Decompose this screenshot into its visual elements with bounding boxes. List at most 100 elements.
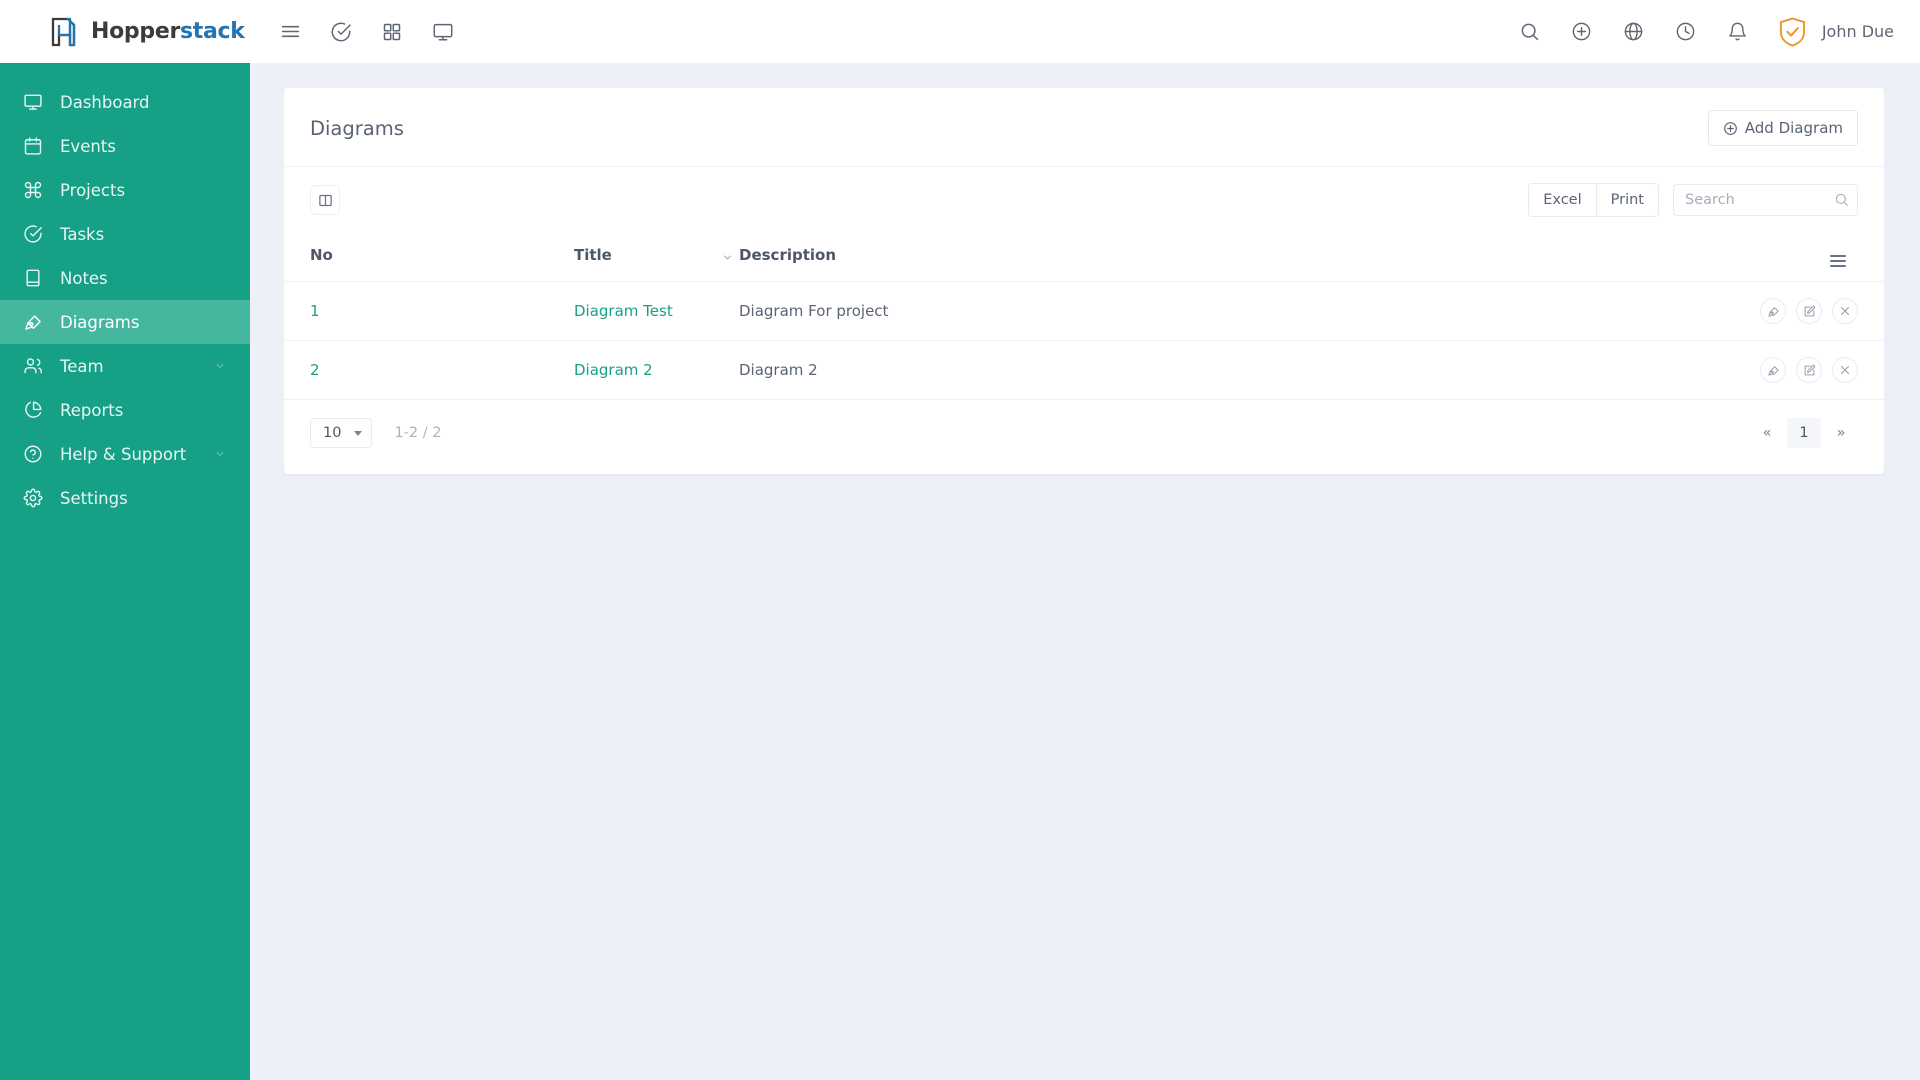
search-input[interactable] [1673,184,1858,216]
cell-title: Diagram Test [574,282,739,341]
gear-icon [22,487,44,509]
edit-square-icon[interactable] [1796,357,1822,383]
page-size-value: 10 [323,425,341,441]
list-menu-icon[interactable] [1830,255,1846,267]
chevron-down-icon [354,431,362,436]
sidebar-item-notes[interactable]: Notes [0,256,250,300]
calendar-icon [22,135,44,157]
first-page-button[interactable]: « [1750,418,1784,448]
column-header-no[interactable]: No [284,231,574,282]
header-right-tools: John Due [1518,16,1894,48]
monitor-icon [22,91,44,113]
column-header-description[interactable]: Description [739,231,1365,282]
sidebar-nav: Dashboard Events Projects Tasks Notes [0,80,250,520]
toolbar-right-group: Excel Print [1528,183,1858,217]
add-diagram-label: Add Diagram [1745,119,1843,137]
diagrams-card: Diagrams Add Diagram Excel Print [284,88,1884,474]
row-title-link[interactable]: Diagram Test [574,302,673,320]
brand-name-part2: stack [180,19,245,44]
sidebar: Hopperstack Dashboard Events Projects [0,0,250,1080]
table-row[interactable]: 1 Diagram Test Diagram For project [284,282,1884,341]
monitor-icon[interactable] [431,20,455,44]
close-x-icon[interactable] [1832,357,1858,383]
diagrams-table: No Title Description [284,231,1884,400]
pen-tool-icon [22,311,44,333]
page-number-button[interactable]: 1 [1787,418,1821,448]
plus-circle-icon [1723,121,1738,136]
print-button[interactable]: Print [1596,184,1658,216]
shield-check-icon [1779,17,1806,47]
sidebar-item-label: Events [60,137,116,156]
chevron-down-icon [214,448,226,460]
column-header-title-label: Title [574,246,612,264]
check-circle-icon[interactable] [329,20,353,44]
page-title: Diagrams [310,117,404,140]
help-circle-icon [22,443,44,465]
sidebar-item-help-support[interactable]: Help & Support [0,432,250,476]
command-icon [22,179,44,201]
table-header-row: No Title Description [284,231,1884,282]
export-button-group: Excel Print [1528,183,1659,217]
last-page-button[interactable]: » [1824,418,1858,448]
plus-circle-icon[interactable] [1570,20,1594,44]
search-icon[interactable] [1518,20,1542,44]
search-icon [1834,192,1849,211]
sidebar-item-reports[interactable]: Reports [0,388,250,432]
excel-export-button[interactable]: Excel [1529,184,1595,216]
main-area: John Due Diagrams Add Diagram [250,0,1920,1080]
close-x-icon[interactable] [1832,298,1858,324]
table-row[interactable]: 2 Diagram 2 Diagram 2 [284,341,1884,400]
sidebar-item-label: Dashboard [60,93,150,112]
sidebar-item-label: Tasks [60,225,104,244]
grid-apps-icon[interactable] [380,20,404,44]
row-action-group [1365,298,1884,324]
sidebar-item-label: Team [60,357,104,376]
globe-icon[interactable] [1622,20,1646,44]
table-body: 1 Diagram Test Diagram For project [284,282,1884,400]
sidebar-item-dashboard[interactable]: Dashboard [0,80,250,124]
sidebar-item-label: Notes [60,269,108,288]
sidebar-item-label: Diagrams [60,313,139,332]
hamburger-menu-icon[interactable] [278,20,302,44]
result-range-label: 1-2 / 2 [394,425,441,441]
top-header: John Due [250,0,1920,63]
pen-tool-icon[interactable] [1760,357,1786,383]
sidebar-item-events[interactable]: Events [0,124,250,168]
brand-name: Hopperstack [91,19,245,44]
chevron-down-icon [214,360,226,372]
page-content: Diagrams Add Diagram Excel Print [250,63,1920,499]
chevron-down-icon[interactable] [722,249,733,267]
table-footer: 10 1-2 / 2 « 1 » [284,400,1884,474]
card-header: Diagrams Add Diagram [284,88,1884,167]
bell-icon[interactable] [1726,20,1750,44]
row-title-link[interactable]: Diagram 2 [574,361,653,379]
clock-icon[interactable] [1674,20,1698,44]
sidebar-item-label: Reports [60,401,123,420]
column-header-title[interactable]: Title [574,231,739,282]
row-no-link[interactable]: 2 [310,361,320,379]
sidebar-item-label: Settings [60,489,128,508]
edit-square-icon[interactable] [1796,298,1822,324]
page-size-select[interactable]: 10 [310,418,372,448]
cell-actions [1365,341,1884,400]
columns-panel-icon[interactable] [310,185,340,215]
sidebar-item-label: Help & Support [60,445,186,464]
brand-logo[interactable]: Hopperstack [0,0,250,63]
users-icon [22,355,44,377]
avatar[interactable] [1778,16,1808,48]
cell-no: 1 [284,282,574,341]
add-diagram-button[interactable]: Add Diagram [1708,110,1858,146]
sidebar-item-label: Projects [60,181,125,200]
sidebar-item-settings[interactable]: Settings [0,476,250,520]
cell-description: Diagram For project [739,282,1365,341]
row-action-group [1365,357,1884,383]
table-toolbar: Excel Print [284,167,1884,231]
header-left-tools [268,20,455,44]
cell-no: 2 [284,341,574,400]
pen-tool-icon[interactable] [1760,298,1786,324]
sidebar-item-diagrams[interactable]: Diagrams [0,300,250,344]
row-no-link[interactable]: 1 [310,302,320,320]
sidebar-item-tasks[interactable]: Tasks [0,212,250,256]
sidebar-item-projects[interactable]: Projects [0,168,250,212]
sidebar-item-team[interactable]: Team [0,344,250,388]
